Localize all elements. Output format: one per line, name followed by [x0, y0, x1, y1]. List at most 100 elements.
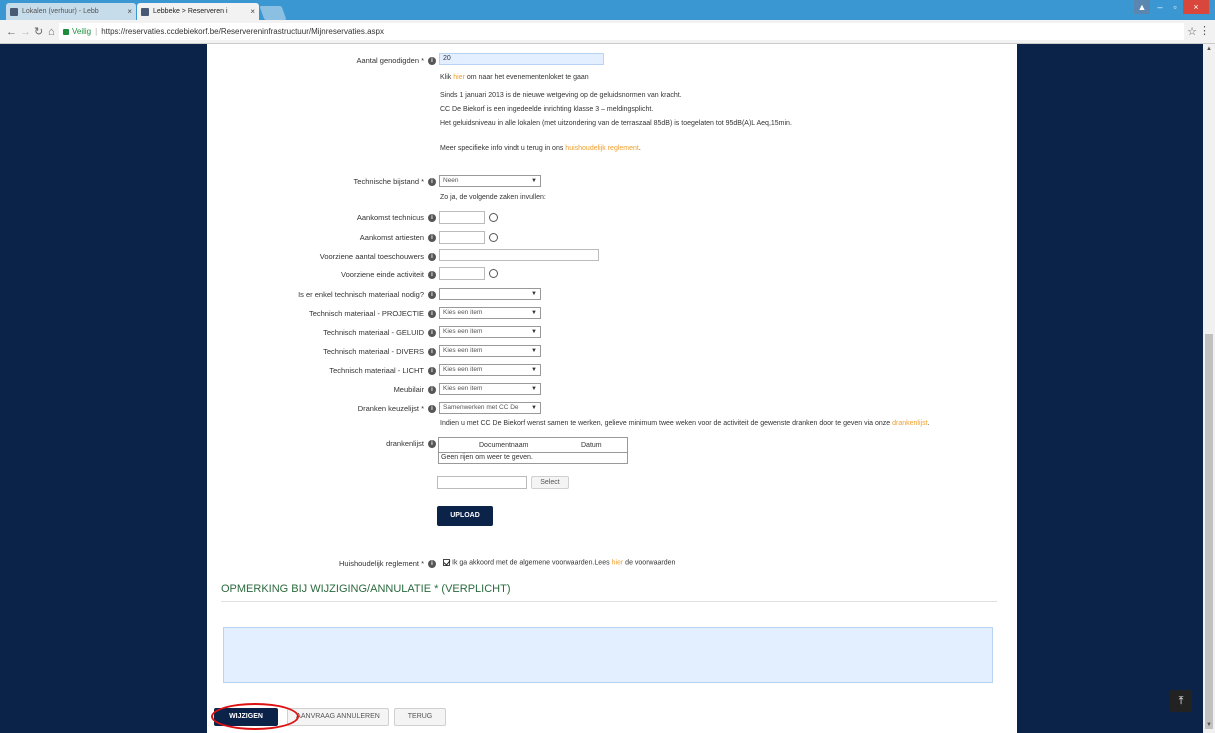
remark-section-title: OPMERKING BIJ WIJZIGING/ANNULATIE * (VER… [221, 583, 511, 595]
guests-label: Aantal genodigden * i [356, 56, 436, 66]
agree-checkbox[interactable] [443, 559, 450, 566]
maximize-icon[interactable]: ▫ [1168, 0, 1182, 14]
scrollbar-thumb[interactable] [1205, 334, 1213, 729]
info-icon[interactable]: i [428, 57, 436, 66]
light-label: Technisch materiaal - LICHT i [329, 366, 436, 376]
clock-icon[interactable] [489, 269, 498, 278]
drinks-select[interactable]: Samenwerken met CC De ▼ [439, 402, 541, 414]
drinklist-table: Documentnaam Datum Geen rijen om weer te… [438, 437, 628, 464]
close-icon[interactable]: × [127, 3, 132, 20]
technician-arrival-label: Aankomst technicus i [357, 213, 436, 223]
file-input[interactable] [437, 476, 527, 489]
cancel-request-button[interactable]: AANVRAAG ANNULEREN [287, 708, 389, 726]
column-header-date[interactable]: Datum [581, 438, 602, 453]
remark-textarea[interactable] [223, 627, 993, 683]
conditions-link[interactable]: hier [612, 559, 624, 566]
tab-strip: Lokalen (verhuur) - Lebb × Lebbeke > Res… [0, 0, 1215, 20]
scroll-up-icon[interactable]: ▲ [1206, 46, 1212, 52]
misc-select[interactable]: Kies een item ▼ [439, 345, 541, 357]
info-icon[interactable]: i [428, 214, 436, 223]
info-icon[interactable]: i [428, 348, 436, 357]
chevron-down-icon: ▼ [531, 348, 537, 354]
info-icon[interactable]: i [428, 310, 436, 319]
technical-help-select[interactable]: Neen ▼ [439, 175, 541, 187]
info-icon[interactable]: i [428, 405, 436, 414]
noise-info-2: CC De Biekorf is een ingedeelde inrichti… [440, 106, 654, 113]
forward-icon[interactable]: → [20, 25, 31, 39]
spectators-label: Voorziene aantal toeschouwers i [320, 252, 436, 262]
house-rules-label: Huishoudelijk reglement * i [339, 559, 436, 569]
info-icon[interactable]: i [428, 291, 436, 300]
bookmark-star-icon[interactable]: ☆ [1187, 25, 1197, 38]
house-rules-agree[interactable]: Ik ga akkoord met de algemene voorwaarde… [443, 559, 675, 566]
misc-label: Technisch materiaal - DIVERS i [323, 347, 436, 357]
clock-icon[interactable] [489, 213, 498, 222]
home-icon[interactable]: ⌂ [48, 25, 55, 39]
reload-icon[interactable]: ↻ [34, 25, 43, 39]
table-empty-row: Geen rijen om weer te geven. [441, 454, 533, 461]
annotation-circle [211, 703, 299, 730]
info-icon[interactable]: i [428, 253, 436, 262]
info-icon[interactable]: i [428, 178, 436, 187]
chevron-down-icon: ▼ [531, 329, 537, 335]
upload-button[interactable]: UPLOAD [437, 506, 493, 526]
url-field[interactable]: Veilig | https://reservaties.ccdebiekorf.b… [59, 23, 1184, 40]
light-select[interactable]: Kies een item ▼ [439, 364, 541, 376]
browser-tab-lokalen[interactable]: Lokalen (verhuur) - Lebb × [6, 3, 136, 20]
sound-select[interactable]: Kies een item ▼ [439, 326, 541, 338]
minimize-icon[interactable]: – [1153, 0, 1167, 14]
event-link[interactable]: hier [453, 74, 465, 81]
new-tab-button[interactable] [259, 6, 287, 20]
lock-icon [63, 28, 69, 35]
back-icon[interactable]: ← [6, 25, 17, 39]
close-icon[interactable]: × [250, 3, 255, 20]
technical-help-label: Technische bijstand * i [354, 177, 436, 187]
only-technical-select[interactable]: ▼ [439, 288, 541, 300]
table-header: Documentnaam Datum [439, 438, 627, 453]
address-bar: ← → ↻ ⌂ Veilig | https://reservaties.ccdeb… [0, 20, 1215, 44]
scrollbar[interactable]: ▲ ▼ [1203, 44, 1215, 733]
browser-tab-lebbeke[interactable]: Lebbeke > Reserveren i × [137, 3, 259, 20]
back-button[interactable]: TERUG [394, 708, 446, 726]
info-icon[interactable]: i [428, 329, 436, 338]
user-icon[interactable]: ▲ [1134, 0, 1150, 14]
guests-input[interactable]: 20 [439, 53, 604, 65]
info-icon[interactable]: i [428, 367, 436, 376]
divider [221, 601, 997, 602]
furniture-select[interactable]: Kies een item ▼ [439, 383, 541, 395]
drinklist-link[interactable]: drankenlijst [892, 420, 927, 427]
only-technical-label: Is er enkel technisch materiaal nodig? i [298, 290, 436, 300]
scroll-down-icon[interactable]: ▼ [1206, 722, 1212, 728]
favicon-icon [141, 8, 149, 16]
secure-label: Veilig [72, 27, 92, 36]
projection-label: Technisch materiaal - PROJECTIE i [309, 309, 436, 319]
scroll-to-top-icon[interactable]: ⤒ [1170, 690, 1192, 712]
menu-icon[interactable]: ⋮ [1199, 24, 1210, 37]
info-icon[interactable]: i [428, 386, 436, 395]
info-icon[interactable]: i [428, 234, 436, 243]
spectators-input[interactable] [439, 249, 599, 261]
if-yes-text: Zo ja, de volgende zaken invullen: [440, 194, 546, 201]
event-link-text: Klik hier om naar het evenementenloket t… [440, 74, 589, 81]
artists-arrival-input[interactable] [439, 231, 485, 244]
house-rules-link[interactable]: huishoudelijk reglement [565, 145, 639, 152]
column-header-name[interactable]: Documentnaam [479, 438, 528, 453]
chevron-down-icon: ▼ [531, 367, 537, 373]
end-activity-label: Voorziene einde activiteit i [341, 270, 436, 280]
chevron-down-icon: ▼ [531, 386, 537, 392]
end-activity-input[interactable] [439, 267, 485, 280]
url-text: https://reservaties.ccdebiekorf.be/Reser… [101, 27, 384, 36]
clock-icon[interactable] [489, 233, 498, 242]
artists-arrival-label: Aankomst artiesten i [360, 233, 436, 243]
close-window-icon[interactable]: × [1183, 0, 1209, 14]
select-file-button[interactable]: Select [531, 476, 569, 489]
projection-select[interactable]: Kies een item ▼ [439, 307, 541, 319]
tab-label: Lebbeke > Reserveren i [153, 8, 228, 15]
noise-info-3: Het geluidsniveau in alle lokalen (met u… [440, 120, 792, 127]
info-icon[interactable]: i [428, 560, 436, 569]
tab-label: Lokalen (verhuur) - Lebb [22, 8, 99, 15]
info-icon[interactable]: i [428, 271, 436, 280]
technician-arrival-input[interactable] [439, 211, 485, 224]
drinklist-label: drankenlijst i [386, 439, 436, 449]
info-icon[interactable]: i [428, 440, 436, 449]
